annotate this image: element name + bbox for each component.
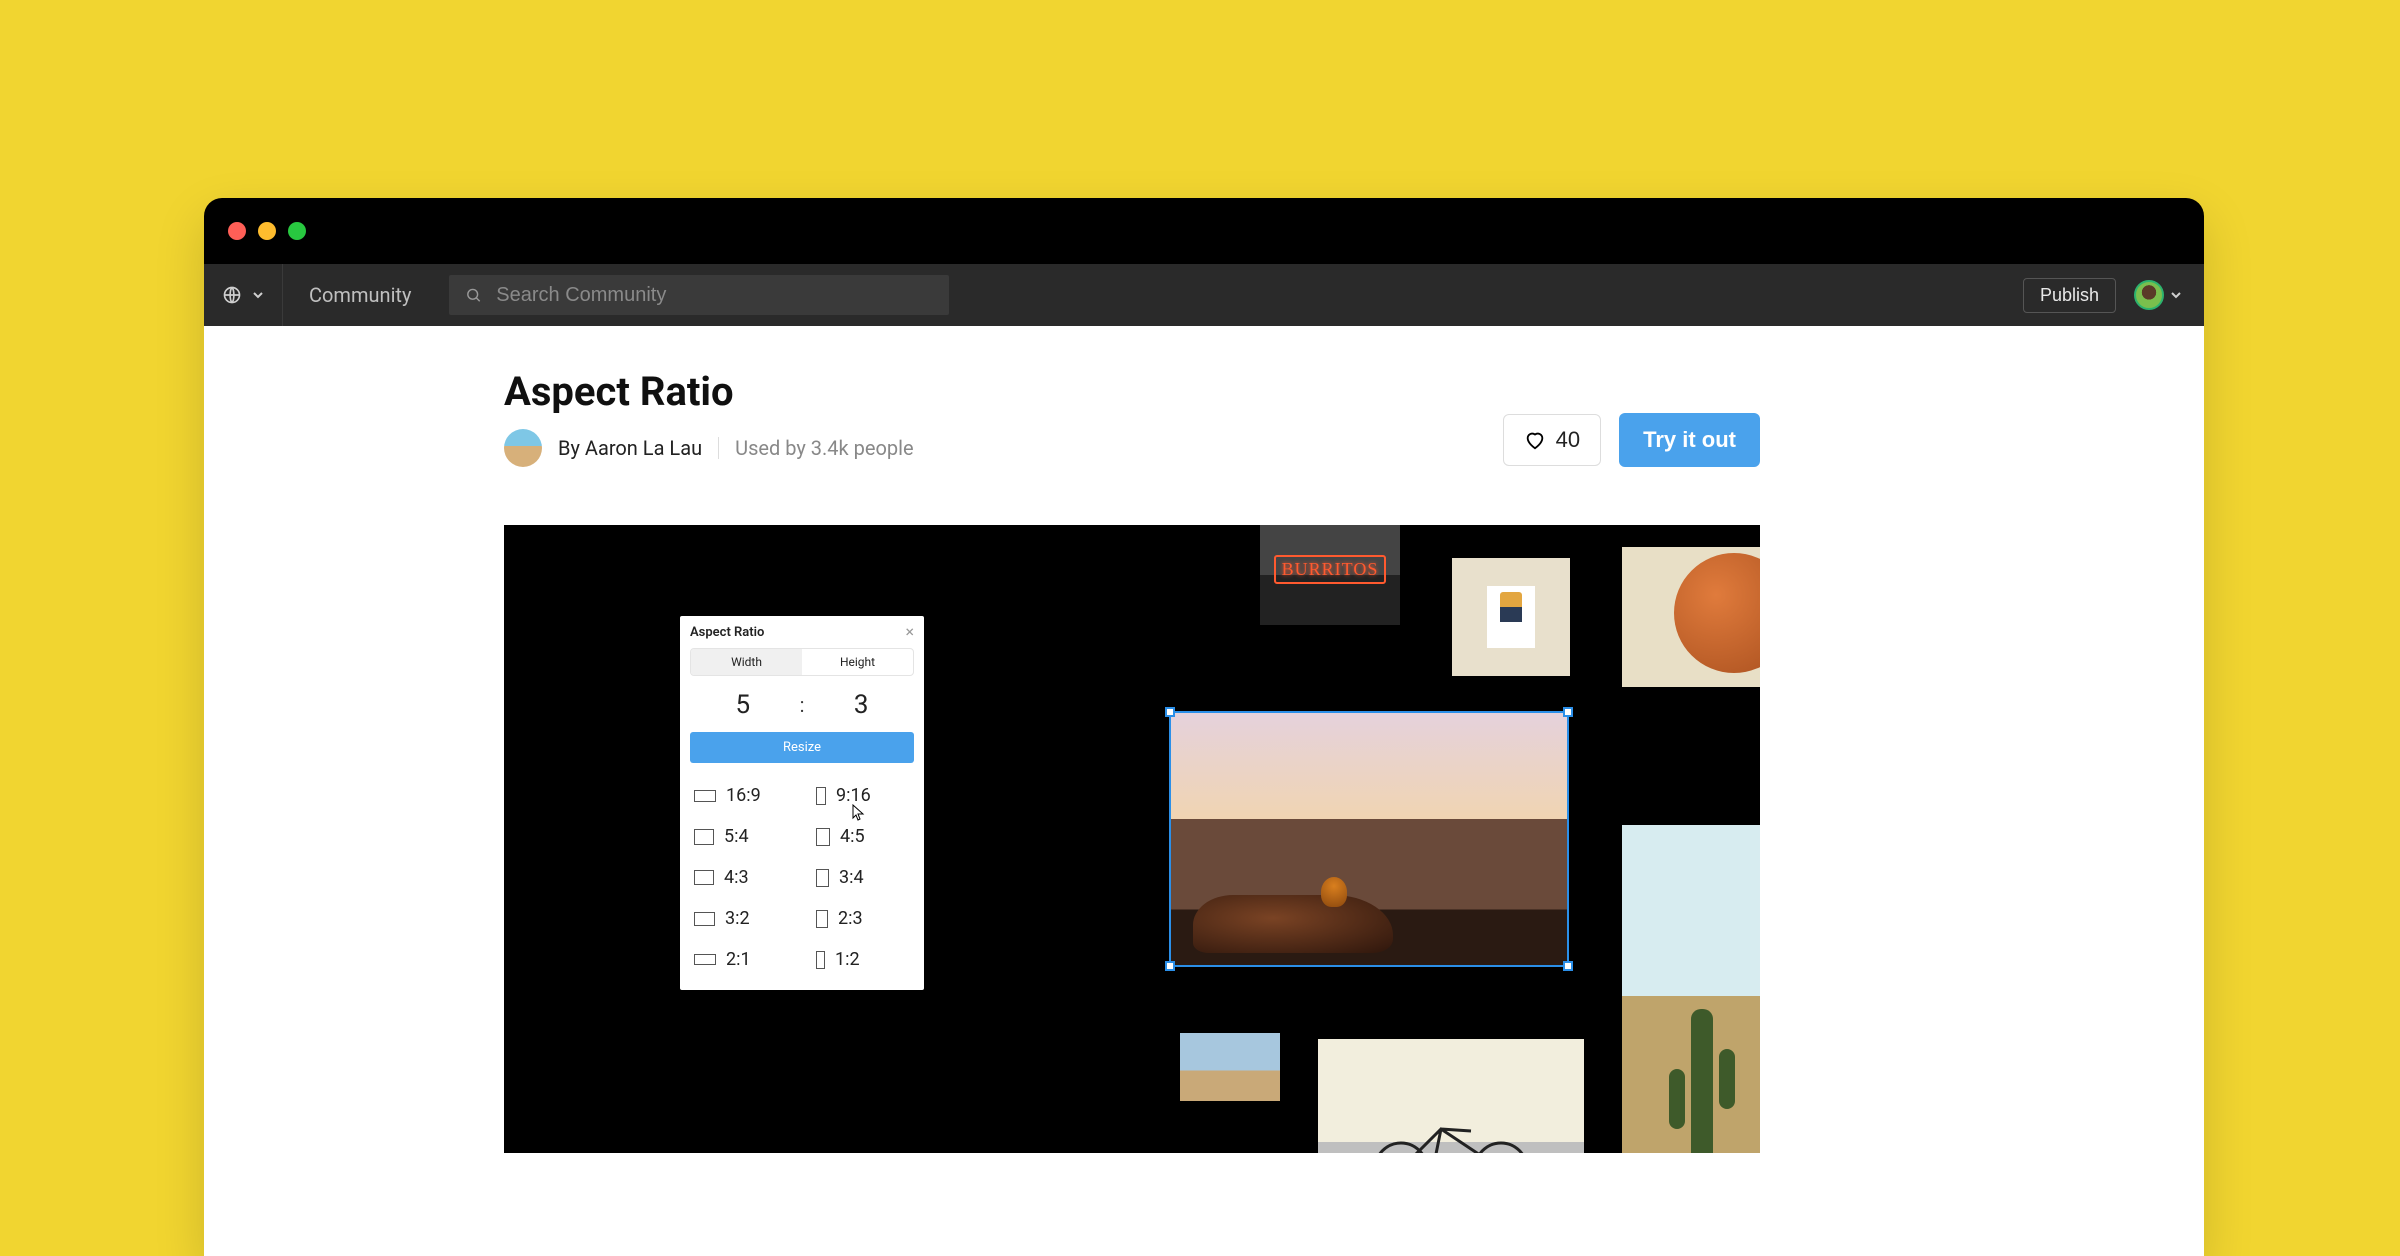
publish-button[interactable]: Publish (2023, 278, 2116, 313)
ratio-shape-icon (816, 869, 829, 887)
thumb-image (1318, 1039, 1584, 1153)
browser-window: Community Publish Aspect Ratio (204, 198, 2204, 1256)
close-icon[interactable]: × (905, 624, 914, 640)
preset-3-4[interactable]: 3:4 (802, 857, 924, 898)
preset-label: 3:2 (725, 908, 750, 929)
preset-label: 1:2 (835, 949, 860, 970)
preset-16-9[interactable]: 16:9 (680, 775, 802, 816)
close-window-icon[interactable] (228, 222, 246, 240)
page-title: Aspect Ratio (504, 368, 914, 415)
ratio-shape-icon (816, 787, 826, 805)
chevron-down-icon (252, 289, 264, 301)
cursor-pointer-icon (850, 804, 868, 822)
search-icon (465, 286, 482, 304)
chevron-down-icon (2170, 289, 2182, 301)
preset-label: 2:1 (726, 949, 751, 970)
toolbar-workspace-switcher[interactable] (204, 264, 283, 326)
selected-frame[interactable] (1169, 711, 1569, 967)
resize-handle-top-right[interactable] (1563, 707, 1573, 717)
ratio-shape-icon (694, 870, 714, 885)
avatar (2134, 280, 2164, 310)
resize-handle-bottom-right[interactable] (1563, 961, 1573, 971)
page-content: Aspect Ratio By Aaron La Lau Used by 3.4… (204, 326, 2204, 1256)
preset-label: 16:9 (726, 785, 761, 806)
app-toolbar: Community Publish (204, 264, 2204, 326)
preset-label: 4:3 (724, 867, 749, 888)
ratio-shape-icon (816, 828, 830, 846)
usage-count: Used by 3.4k people (735, 436, 913, 460)
seg-height[interactable]: Height (802, 649, 913, 675)
panel-title: Aspect Ratio (690, 625, 764, 640)
ratio-separator: : (796, 693, 809, 717)
preset-1-2[interactable]: 1:2 (802, 939, 924, 980)
heart-icon (1524, 429, 1546, 451)
ratio-shape-icon (694, 829, 714, 845)
neon-sign-text: BURRITOS (1274, 555, 1387, 584)
ratio-shape-icon (816, 910, 828, 928)
ratio-shape-icon (694, 954, 716, 965)
preset-5-4[interactable]: 5:4 (680, 816, 802, 857)
preview-canvas: BURRITOS (504, 525, 1760, 1153)
preset-label: 5:4 (724, 826, 749, 847)
tab-community[interactable]: Community (283, 283, 437, 307)
aspect-ratio-panel: Aspect Ratio × Width Height 5 : 3 Resize… (680, 616, 924, 990)
window-titlebar (204, 198, 2204, 264)
divider (718, 437, 719, 459)
preset-2-3[interactable]: 2:3 (802, 898, 924, 939)
preset-2-1[interactable]: 2:1 (680, 939, 802, 980)
preset-label: 4:5 (840, 826, 865, 847)
resize-handle-top-left[interactable] (1165, 707, 1175, 717)
resize-button[interactable]: Resize (690, 732, 914, 763)
thumb-image (1622, 547, 1760, 687)
like-button[interactable]: 40 (1503, 414, 1601, 466)
preset-label: 3:4 (839, 867, 864, 888)
thumb-image (1452, 558, 1570, 676)
search-input[interactable] (496, 284, 933, 307)
thumb-image (1622, 825, 1760, 1153)
like-count: 40 (1556, 427, 1580, 453)
preset-4-3[interactable]: 4:3 (680, 857, 802, 898)
globe-icon (222, 285, 242, 305)
thumb-image: BURRITOS (1260, 525, 1400, 625)
resize-handle-bottom-left[interactable] (1165, 961, 1175, 971)
author-byline[interactable]: By Aaron La Lau (558, 436, 702, 460)
minimize-window-icon[interactable] (258, 222, 276, 240)
preset-4-5[interactable]: 4:5 (802, 816, 924, 857)
try-it-out-button[interactable]: Try it out (1619, 413, 1760, 467)
search-input-container[interactable] (449, 275, 949, 315)
ratio-shape-icon (694, 912, 715, 926)
thumb-image (1180, 1033, 1280, 1101)
seg-width[interactable]: Width (691, 649, 802, 675)
ratio-height-field[interactable]: 3 (808, 690, 914, 720)
by-prefix: By (558, 436, 585, 460)
preset-label: 9:16 (836, 785, 871, 806)
maximize-window-icon[interactable] (288, 222, 306, 240)
ratio-shape-icon (694, 790, 716, 802)
preset-3-2[interactable]: 3:2 (680, 898, 802, 939)
author-name: Aaron La Lau (585, 436, 702, 460)
ratio-shape-icon (816, 951, 825, 969)
ratio-width-field[interactable]: 5 (690, 690, 796, 720)
dimension-segmented-control[interactable]: Width Height (690, 648, 914, 676)
author-avatar[interactable] (504, 429, 542, 467)
account-menu[interactable] (2134, 280, 2182, 310)
preset-label: 2:3 (838, 908, 863, 929)
